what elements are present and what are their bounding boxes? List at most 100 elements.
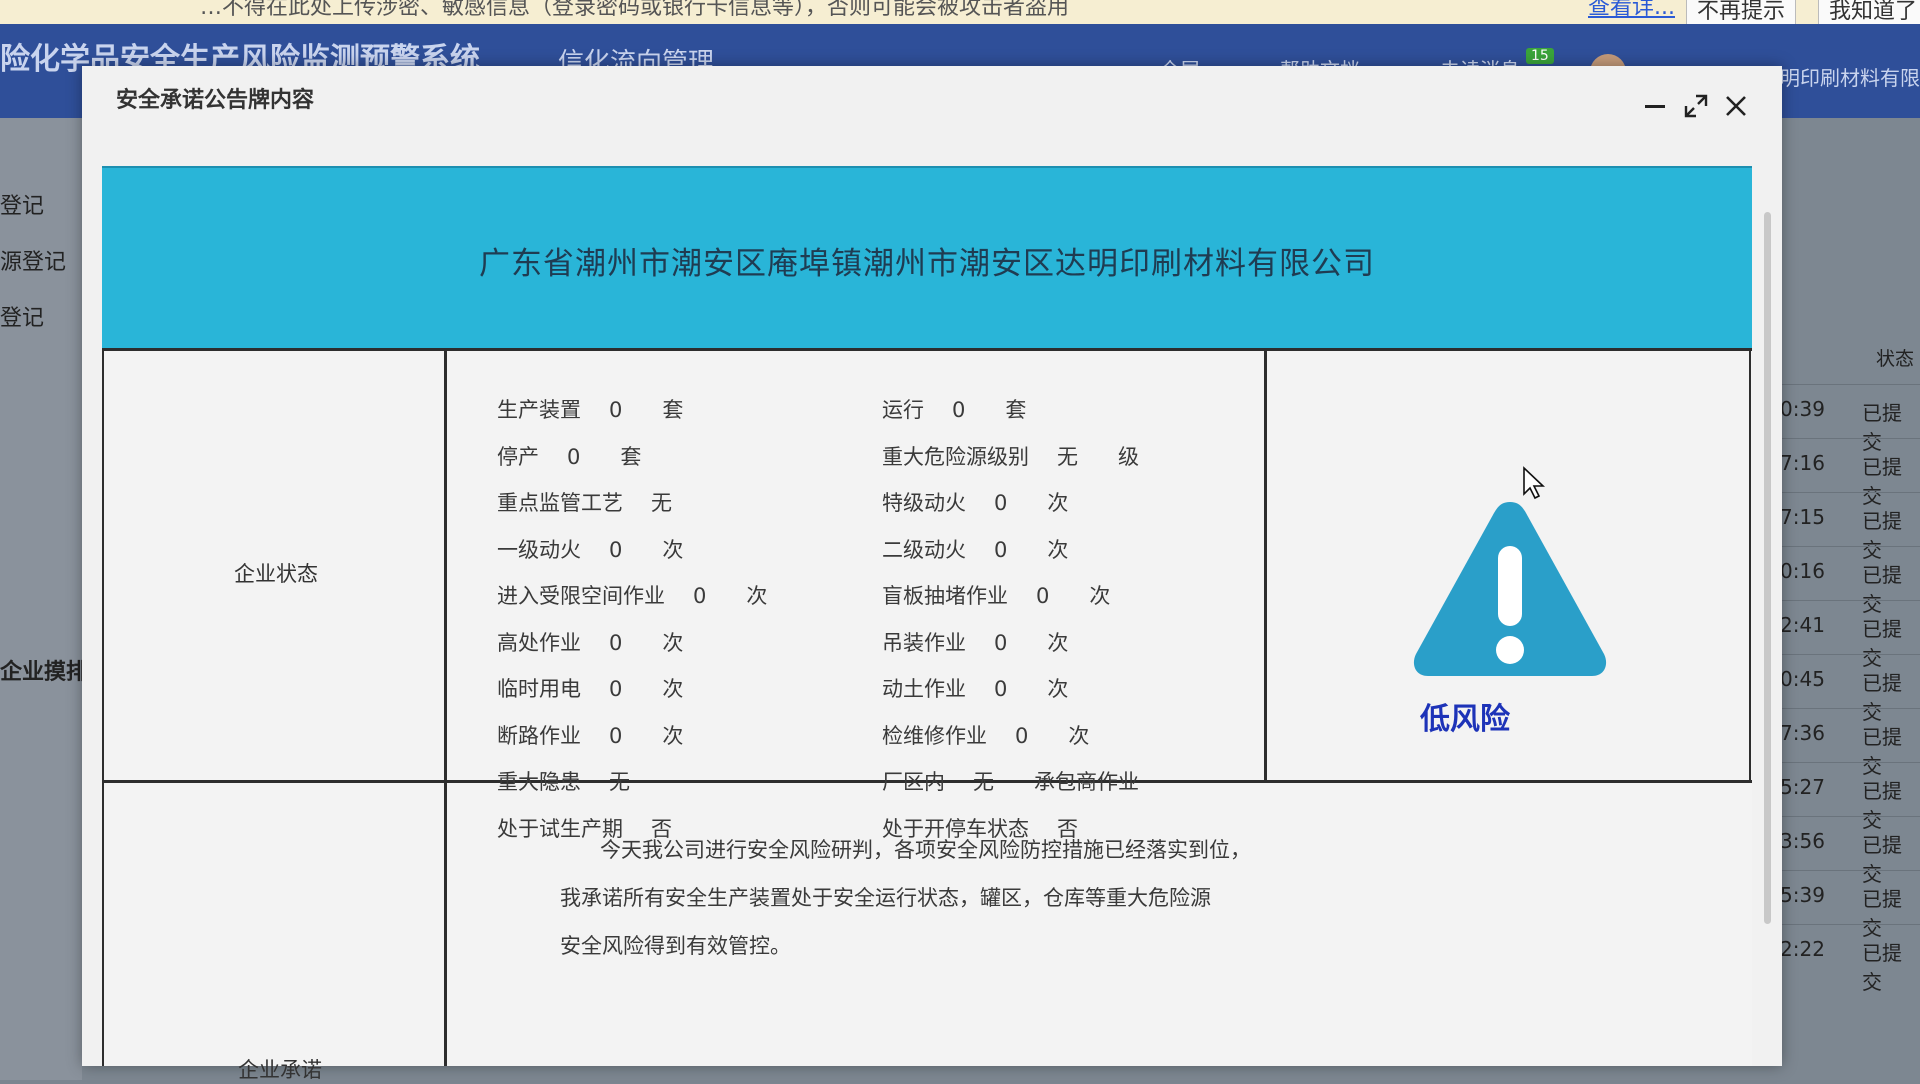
notice-text: …不得在此处上传涉密、敏感信息（登录密码或银行卡信息等），否则可能会被攻击者盗用: [200, 0, 1070, 20]
status-row: 临时用电 0 次: [497, 673, 683, 703]
status-unit: 套: [662, 398, 684, 422]
table-row[interactable]: 0:39 已提交: [1780, 384, 1920, 454]
status-row: 一级动火 0 次: [497, 534, 683, 564]
row-time: 2:41: [1780, 613, 1825, 637]
status-value: 0: [609, 538, 623, 562]
table-row[interactable]: 7:16 已提交: [1780, 438, 1920, 508]
status-unit: 次: [1047, 631, 1069, 655]
sidebar-item-register[interactable]: 登记: [0, 188, 44, 220]
status-value: 0: [609, 398, 623, 422]
divider: [102, 348, 1752, 351]
enterprise-status-label: 企业状态: [234, 562, 318, 586]
status-row: 重点监管工艺 无: [497, 487, 712, 517]
status-value: 无: [1057, 445, 1078, 469]
no-remind-button[interactable]: 不再提示: [1686, 0, 1797, 24]
status-key: 盲板抽堵作业: [882, 584, 1008, 608]
status-unit: 套: [1005, 398, 1027, 422]
table-header-status: 状态: [1876, 348, 1915, 370]
status-row: 重大危险源级别 无 级: [882, 441, 1139, 471]
row-time: 5:27: [1780, 775, 1825, 799]
status-unit: 级: [1118, 445, 1139, 469]
status-value: 无: [609, 770, 630, 794]
status-key: 进入受限空间作业: [497, 584, 665, 608]
divider: [1264, 351, 1267, 781]
status-row: 检维修作业 0 次: [882, 720, 1089, 750]
status-key: 临时用电: [497, 677, 581, 701]
sidebar-item-register-2[interactable]: 登记: [0, 300, 44, 332]
table-row[interactable]: 2:41 已提交: [1780, 600, 1920, 670]
scrollbar-thumb[interactable]: [1764, 212, 1771, 924]
maximize-icon[interactable]: [1682, 92, 1710, 120]
status-value: 无: [973, 770, 994, 794]
commitment-line-1: 今天我公司进行安全风险研判，各项安全风险防控措施已经落实到位，: [600, 838, 1251, 862]
status-key: 动土作业: [882, 677, 966, 701]
status-key: 断路作业: [497, 724, 581, 748]
status-row: 吊装作业 0 次: [882, 627, 1068, 657]
status-value: 0: [1036, 584, 1050, 608]
status-unit: 次: [1068, 724, 1090, 748]
status-unit: 次: [1089, 584, 1111, 608]
divider: [1749, 351, 1751, 781]
commitment-line-3: 安全风险得到有效管控。: [560, 934, 791, 958]
table-row[interactable]: 0:45 已提交: [1780, 654, 1920, 724]
status-value: 0: [609, 677, 623, 701]
modal-title: 安全承诺公告牌内容: [116, 88, 315, 113]
mouse-cursor-icon: [1522, 466, 1546, 504]
table-row[interactable]: 7:15 已提交: [1780, 492, 1920, 562]
message-count-badge: 15: [1526, 48, 1554, 64]
sidebar: 登记 源登记 登记 企业摸排: [0, 118, 88, 1080]
status-row: 盲板抽堵作业 0 次: [882, 580, 1110, 610]
row-time: 7:36: [1780, 721, 1825, 745]
status-value: 0: [609, 724, 623, 748]
table-row[interactable]: 5:39 已提交: [1780, 870, 1920, 940]
status-unit: 次: [662, 724, 684, 748]
row-time: 5:39: [1780, 883, 1825, 907]
got-it-button[interactable]: 我知道了: [1818, 0, 1920, 24]
minimize-icon[interactable]: [1642, 92, 1670, 120]
status-value: 0: [567, 445, 581, 469]
warning-triangle-icon: [1410, 494, 1610, 684]
status-unit: 承包商作业: [1034, 770, 1139, 794]
status-key: 二级动火: [882, 538, 966, 562]
status-key: 高处作业: [497, 631, 581, 655]
status-value: 0: [693, 584, 707, 608]
divider: [444, 351, 447, 1066]
close-icon[interactable]: [1722, 92, 1750, 120]
status-key: 重大危险源级别: [882, 445, 1029, 469]
status-key: 吊装作业: [882, 631, 966, 655]
status-key: 重大隐患: [497, 770, 581, 794]
status-row: 运行 0 套: [882, 394, 1026, 424]
table-row[interactable]: 2:22 已提交: [1780, 924, 1920, 994]
sidebar-item-enterprise-survey[interactable]: 企业摸排: [0, 654, 88, 686]
status-key: 停产: [497, 445, 539, 469]
status-row: 停产 0 套: [497, 441, 641, 471]
table-row[interactable]: 7:36 已提交: [1780, 708, 1920, 778]
status-row: 厂区内 无 承包商作业: [882, 766, 1139, 796]
status-key: 运行: [882, 398, 924, 422]
status-row: 进入受限空间作业 0 次: [497, 580, 767, 610]
security-notice-bar: …不得在此处上传涉密、敏感信息（登录密码或银行卡信息等），否则可能会被攻击者盗用…: [0, 0, 1920, 24]
sidebar-item-source-register[interactable]: 源登记: [0, 244, 66, 276]
status-value: 0: [994, 631, 1008, 655]
company-name: 广东省潮州市潮安区庵埠镇潮州市潮安区达明印刷材料有限公司: [479, 246, 1375, 282]
notice-more-link[interactable]: 查看详...: [1588, 0, 1675, 20]
bulletin-board: 广东省潮州市潮安区庵埠镇潮州市潮安区达明印刷材料有限公司 企业状态 企业承诺 生…: [102, 166, 1752, 1082]
status-key: 特级动火: [882, 491, 966, 515]
safety-commitment-modal: 安全承诺公告牌内容 广东省潮州市潮安区庵埠镇潮州市潮安区达明印刷材料有限公司 企…: [82, 66, 1782, 1082]
table-row[interactable]: 5:27 已提交: [1780, 762, 1920, 832]
divider: [102, 351, 104, 1066]
table-row[interactable]: 3:56 已提交: [1780, 816, 1920, 886]
status-value: 0: [994, 538, 1008, 562]
status-row: 二级动火 0 次: [882, 534, 1068, 564]
scrollbar[interactable]: [1762, 146, 1772, 1066]
status-key: 生产装置: [497, 398, 581, 422]
status-row: 高处作业 0 次: [497, 627, 683, 657]
status-key: 厂区内: [882, 770, 945, 794]
status-unit: 次: [746, 584, 768, 608]
row-time: 0:16: [1780, 559, 1825, 583]
table-row[interactable]: 0:16 已提交: [1780, 546, 1920, 616]
row-time: 7:16: [1780, 451, 1825, 475]
status-key: 重点监管工艺: [497, 491, 623, 515]
status-unit: 次: [1047, 677, 1069, 701]
status-unit: 次: [662, 631, 684, 655]
